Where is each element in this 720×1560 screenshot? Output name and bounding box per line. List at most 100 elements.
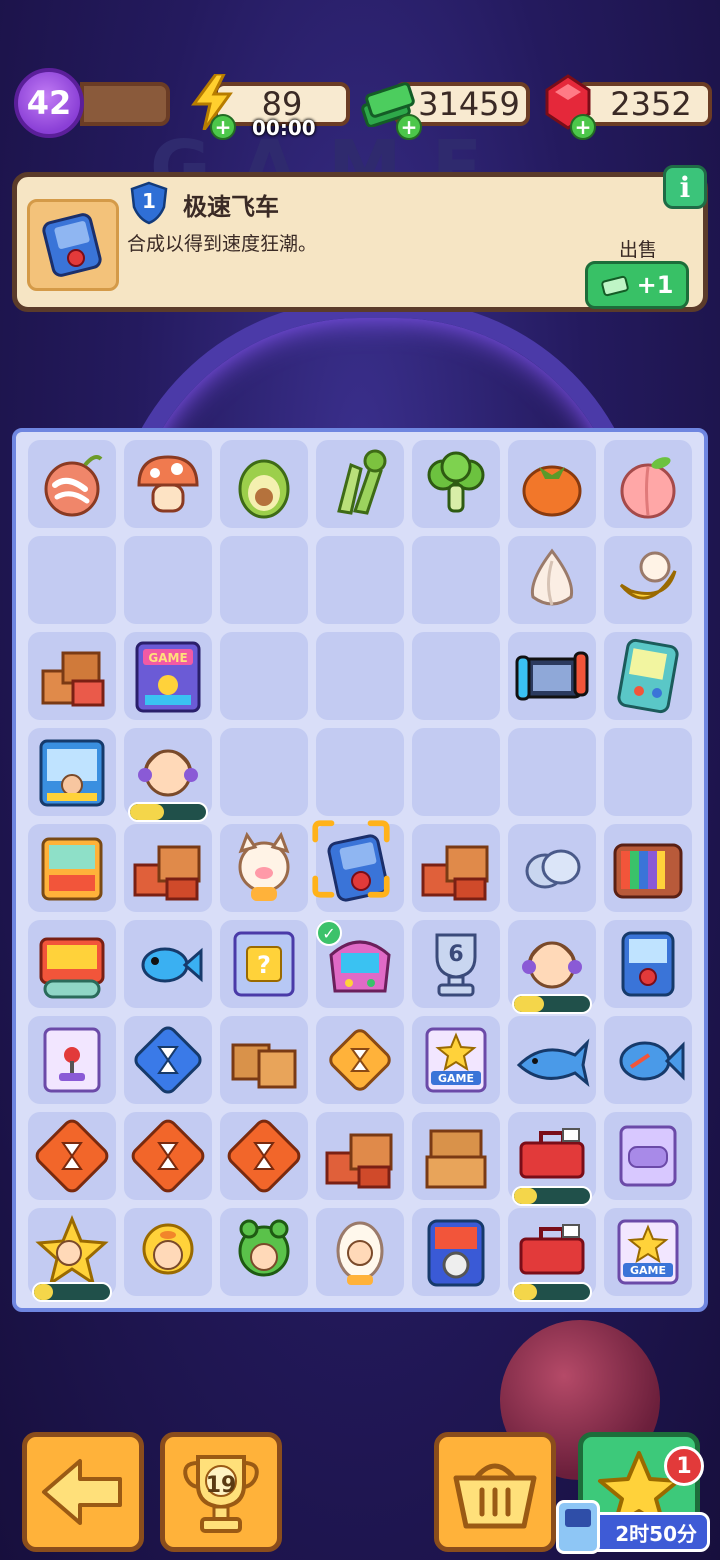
arcade-poster-icon: GAME xyxy=(135,641,201,713)
board-cell-game-console[interactable] xyxy=(508,632,596,720)
hourglass-gold-icon xyxy=(329,1029,391,1091)
board-cell-handheld-game[interactable] xyxy=(604,632,692,720)
info-icon: i xyxy=(679,170,691,204)
item-name: 极速飞车 xyxy=(183,193,279,221)
board-cell-mushroom[interactable] xyxy=(124,440,212,528)
board-cell-empty[interactable] xyxy=(220,536,308,624)
merge-board: GAME? ✓ 6 GAME GAME xyxy=(12,428,708,1312)
board-cell-toolbox[interactable] xyxy=(508,1208,596,1302)
box-pile-icon xyxy=(325,1133,393,1189)
board-cell-celery[interactable] xyxy=(316,440,404,528)
board-cell-empty[interactable] xyxy=(316,728,404,816)
board-cell-trophy[interactable]: 6 xyxy=(412,920,500,1008)
sell-button[interactable]: +1 xyxy=(585,261,689,309)
board-cell-idol-girl-1[interactable] xyxy=(124,728,212,822)
cash-plus-icon[interactable]: + xyxy=(396,114,422,140)
board-cell-shark[interactable] xyxy=(508,1016,596,1104)
info-button[interactable]: i xyxy=(663,165,707,209)
board-cell-arcade-poster[interactable]: GAME xyxy=(124,632,212,720)
board-cell-banana[interactable] xyxy=(604,536,692,624)
board-cell-toolbox[interactable] xyxy=(508,1112,596,1206)
board-cell-peach[interactable] xyxy=(604,440,692,528)
gems-plus-icon[interactable]: + xyxy=(570,114,596,140)
box-stack-icon xyxy=(425,1129,487,1189)
item-progress-bar xyxy=(512,994,592,1014)
board-cell-hourglass-gold[interactable] xyxy=(316,1016,404,1104)
board-cell-joystick-machine[interactable] xyxy=(604,920,692,1008)
board-cell-retro-tv[interactable] xyxy=(604,824,692,912)
board-cell-arcade-card[interactable] xyxy=(28,1016,116,1104)
board-cell-handheld-blue[interactable] xyxy=(312,820,404,912)
onion-icon xyxy=(44,455,103,517)
board-cell-game-star-card[interactable]: GAME xyxy=(604,1208,692,1296)
board-cell-hourglass-orange[interactable] xyxy=(124,1112,212,1200)
board-cell-coins[interactable] xyxy=(508,824,596,912)
board-cell-empty[interactable] xyxy=(124,536,212,624)
board-cell-blue-fish-2[interactable] xyxy=(604,1016,692,1104)
basket-icon xyxy=(453,1463,537,1529)
board-cell-boxes-stack[interactable] xyxy=(28,632,116,720)
level-badge[interactable]: 42 xyxy=(14,68,84,138)
board-cell-arcade-machine-small[interactable] xyxy=(28,824,116,912)
joystick-machine-icon xyxy=(621,931,675,997)
basket-button[interactable] xyxy=(434,1432,556,1552)
hourglass-orange-icon xyxy=(131,1119,205,1193)
game-console-icon xyxy=(515,651,589,701)
gems-value: 2352 xyxy=(610,85,692,123)
board-cell-pig-cat[interactable] xyxy=(220,824,308,912)
board-cell-box-pile[interactable] xyxy=(124,824,212,912)
back-button[interactable] xyxy=(22,1432,144,1552)
board-cell-claw-machine[interactable] xyxy=(28,728,116,816)
board-cell-idol-girl-2[interactable] xyxy=(508,920,596,1014)
toolbox-icon xyxy=(519,1224,585,1275)
board-cell-avocado[interactable] xyxy=(220,440,308,528)
board-cell-empty[interactable] xyxy=(220,728,308,816)
board-cell-empty[interactable] xyxy=(28,536,116,624)
board-cell-garlic[interactable] xyxy=(508,536,596,624)
level-progress-bar xyxy=(80,82,170,126)
board-cell-blue-fish[interactable] xyxy=(124,920,212,1008)
item-progress-fill xyxy=(514,1284,537,1300)
board-cell-empty[interactable] xyxy=(316,632,404,720)
board-cell-egg-kid[interactable] xyxy=(316,1208,404,1296)
persimmon-icon xyxy=(522,465,582,517)
board-cell-hourglass-orange[interactable] xyxy=(28,1112,116,1200)
board-cell-box-stack[interactable] xyxy=(412,1112,500,1200)
gems-pill[interactable]: 2352 xyxy=(576,82,712,126)
board-cell-hourglass-blue[interactable] xyxy=(124,1016,212,1104)
peach-icon xyxy=(620,457,676,519)
handheld-blue-icon xyxy=(327,834,389,902)
board-cell-mini-arcade[interactable]: ✓ xyxy=(316,920,404,1008)
game-cabinet-icon xyxy=(39,937,105,999)
trophy-button[interactable]: 19 xyxy=(160,1432,282,1552)
board-cell-game-star-card[interactable]: GAME xyxy=(412,1016,500,1104)
notification-badge: 1 xyxy=(664,1446,704,1486)
board-cell-empty[interactable] xyxy=(412,728,500,816)
board-cell-game-cabinet[interactable] xyxy=(28,920,116,1008)
board-cell-purple-card[interactable] xyxy=(604,1112,692,1200)
board-cell-star-girl[interactable] xyxy=(28,1208,116,1302)
board-cell-empty[interactable] xyxy=(604,728,692,816)
board-cell-box-pile[interactable] xyxy=(412,824,500,912)
board-cell-frog-kid[interactable] xyxy=(220,1208,308,1296)
board-cell-question-card[interactable]: ? xyxy=(220,920,308,1008)
board-cell-broccoli[interactable] xyxy=(412,440,500,528)
svg-text:?: ? xyxy=(257,951,271,979)
board-cell-duck-kid[interactable] xyxy=(124,1208,212,1296)
board-cell-empty[interactable] xyxy=(412,536,500,624)
energy-plus-icon[interactable]: + xyxy=(210,114,236,140)
board-cell-persimmon[interactable] xyxy=(508,440,596,528)
board-cell-box-pile[interactable] xyxy=(316,1112,404,1200)
board-cell-onion[interactable] xyxy=(28,440,116,528)
duck-kid-icon xyxy=(142,1223,194,1275)
board-cell-racing-arcade[interactable] xyxy=(412,1208,500,1296)
box-pile-icon xyxy=(421,845,489,901)
board-cell-empty[interactable] xyxy=(316,536,404,624)
retro-tv-icon xyxy=(613,843,683,899)
item-level-number: 1 xyxy=(142,189,156,213)
board-cell-empty[interactable] xyxy=(220,632,308,720)
board-cell-empty[interactable] xyxy=(508,728,596,816)
board-cell-empty[interactable] xyxy=(412,632,500,720)
board-cell-box-pair[interactable] xyxy=(220,1016,308,1104)
board-cell-hourglass-orange[interactable] xyxy=(220,1112,308,1200)
